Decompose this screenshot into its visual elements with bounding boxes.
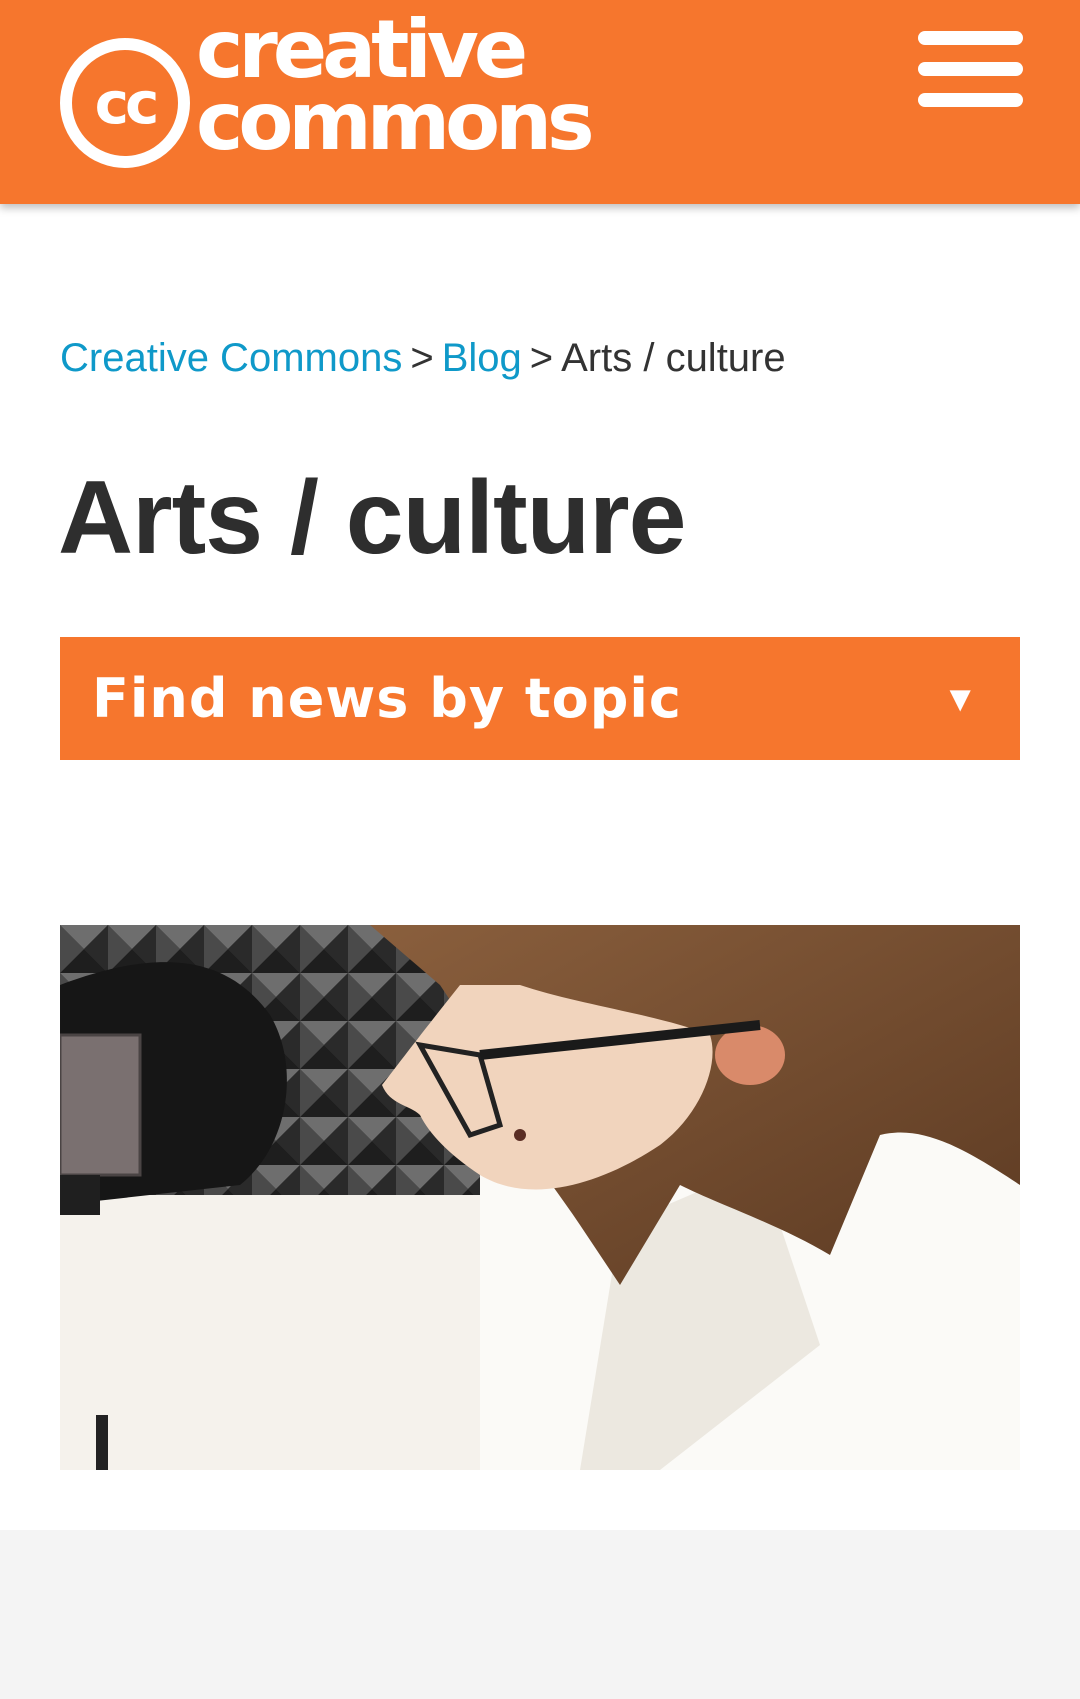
page-title: Arts / culture [58,460,686,576]
cc-badge-text: cc [94,69,160,137]
breadcrumb-current: Arts / culture [561,336,786,380]
hamburger-menu-icon[interactable] [918,30,1026,110]
site-header: cc creative commons [0,0,1080,204]
dropdown-label: Find news by topic [92,667,682,730]
logo-line-commons: commons [196,75,595,168]
breadcrumb-link-creative-commons[interactable]: Creative Commons [60,336,402,380]
creative-commons-logo[interactable]: cc creative commons [60,10,700,172]
breadcrumb-separator: > [410,336,434,380]
menu-bar-top [918,31,1023,45]
photo-woman-at-microphone [60,925,1020,1470]
breadcrumb: Creative Commons > Blog > Arts / culture [60,330,786,386]
featured-post-image[interactable] [60,925,1020,1470]
breadcrumb-separator: > [529,336,554,380]
footer-section [0,1530,1080,1699]
logo-wordmark: creative commons [196,10,595,168]
menu-bar-bottom [918,93,1023,107]
menu-bar-middle [918,62,1023,76]
cc-badge-icon: cc [60,38,190,168]
breadcrumb-link-blog[interactable]: Blog [442,336,522,380]
find-news-by-topic-dropdown[interactable]: Find news by topic ▼ [60,637,1020,760]
triangle-down-icon: ▼ [942,678,978,719]
